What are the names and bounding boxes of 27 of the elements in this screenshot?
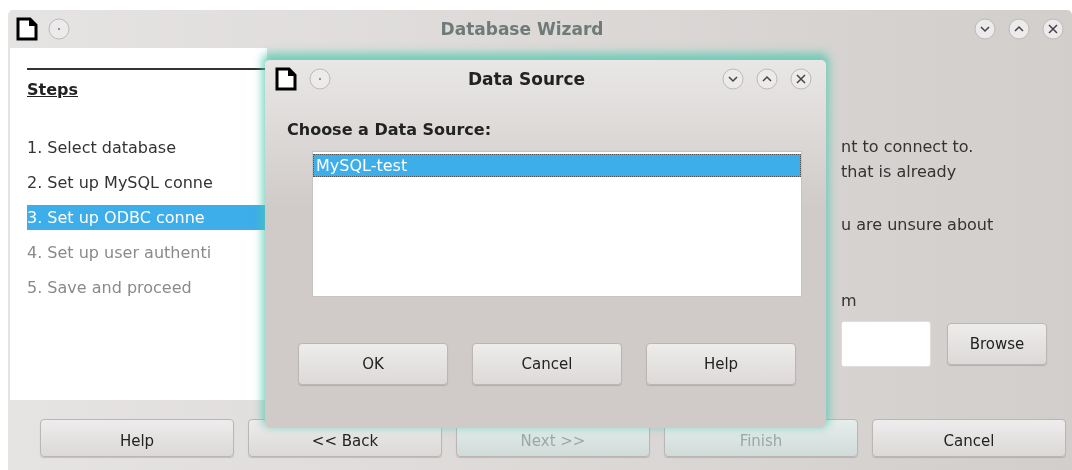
maximize-icon[interactable] — [756, 68, 778, 90]
dialog-button[interactable]: Help — [646, 343, 796, 385]
wizard-button[interactable]: Cancel — [872, 419, 1066, 457]
dialog-title: Data Source — [466, 69, 587, 89]
path-input-field[interactable] — [841, 321, 931, 367]
description-text: u are unsure about — [841, 214, 995, 236]
minimize-icon[interactable] — [974, 18, 996, 40]
close-icon[interactable] — [1042, 18, 1064, 40]
description-text: that is already — [841, 161, 958, 183]
path-label: m — [841, 291, 858, 311]
step-item[interactable]: 2. Set up MySQL conne — [27, 170, 267, 195]
browse-button[interactable]: Browse — [947, 323, 1047, 365]
prompt-label: Choose a Data Source: — [287, 120, 493, 139]
dialog-button[interactable]: Cancel — [472, 343, 622, 385]
dialog-button[interactable]: OK — [298, 343, 448, 385]
description-text: nt to connect to. — [841, 136, 975, 158]
pin-button-icon[interactable] — [48, 18, 70, 40]
maximize-icon[interactable] — [1008, 18, 1030, 40]
pin-button-icon[interactable] — [309, 68, 331, 90]
window-title: Database Wizard — [439, 19, 605, 39]
wizard-button[interactable]: Help — [40, 419, 234, 457]
document-icon — [16, 17, 38, 41]
close-icon[interactable] — [790, 68, 812, 90]
steps-heading: Steps — [27, 80, 79, 99]
minimize-icon[interactable] — [722, 68, 744, 90]
document-icon — [275, 67, 297, 91]
step-item[interactable]: 1. Select database — [27, 135, 267, 160]
